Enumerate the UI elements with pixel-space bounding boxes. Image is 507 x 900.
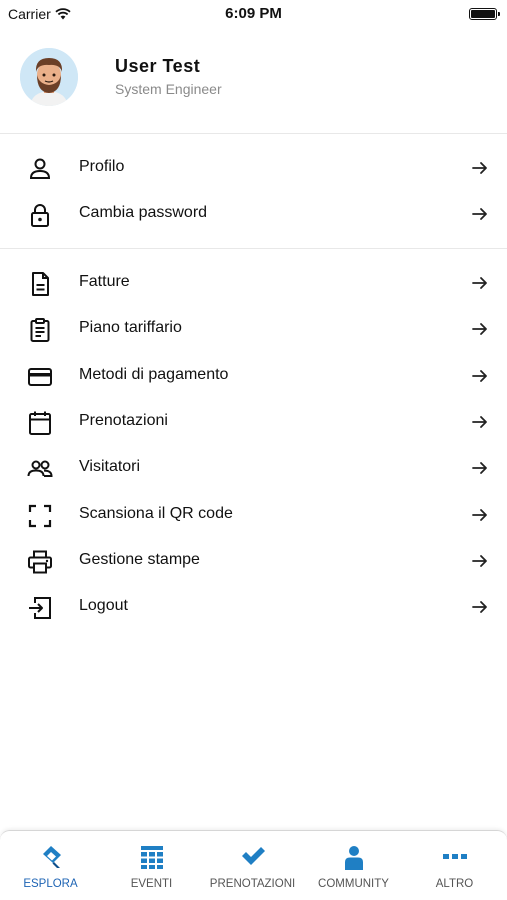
explore-icon (42, 846, 61, 868)
arrow-right-icon (472, 416, 487, 428)
arrow-right-icon (472, 277, 487, 289)
user-icon (29, 158, 51, 179)
menu-item-label: Visitatori (79, 458, 141, 475)
menu-item-label: Fatture (79, 273, 130, 290)
person-icon (344, 846, 363, 870)
events-grid-icon (140, 846, 163, 869)
more-icon (442, 854, 467, 859)
menu-item-piano-tariffario[interactable]: Piano tariffario (0, 306, 507, 352)
menu-item-gestione-stampe[interactable]: Gestione stampe (0, 538, 507, 584)
tab-esplora[interactable]: ESPLORA (0, 831, 101, 900)
menu-item-label: Logout (79, 597, 128, 614)
tab-label: ALTRO (435, 878, 474, 890)
status-bar: Carrier 6:09 PM (0, 0, 507, 28)
printer-icon (28, 550, 52, 574)
arrow-right-icon (472, 555, 487, 567)
menu-item-logout[interactable]: Logout (0, 584, 507, 630)
tab-label: COMMUNITY (318, 878, 389, 890)
menu-item-fatture[interactable]: Fatture (0, 260, 507, 306)
arrow-right-icon (472, 162, 487, 174)
tab-community[interactable]: COMMUNITY (303, 831, 404, 900)
menu-item-visitatori[interactable]: Visitatori (0, 445, 507, 491)
status-time: 6:09 PM (225, 5, 282, 22)
people-icon (27, 460, 53, 477)
user-role: System Engineer (115, 81, 222, 97)
tab-label: ESPLORA (23, 878, 78, 890)
logout-icon (29, 597, 51, 619)
tab-prenotazioni[interactable]: PRENOTAZIONI (202, 831, 303, 900)
menu-item-label: Metodi di pagamento (79, 366, 229, 383)
scan-icon (28, 504, 52, 528)
battery-icon (469, 8, 500, 20)
menu-item-scansiona-qr[interactable]: Scansiona il QR code (0, 492, 507, 538)
menu-item-label: Scansiona il QR code (79, 505, 233, 522)
calendar-icon (29, 411, 51, 435)
menu-item-label: Gestione stampe (79, 551, 200, 568)
tab-bar: ESPLORA EVENTI PRENOTAZIONI COMMUNITY AL… (0, 830, 507, 900)
arrow-right-icon (472, 323, 487, 335)
menu-item-profilo[interactable]: Profilo (0, 145, 507, 191)
clipboard-icon (30, 318, 50, 342)
profile-header[interactable]: User Test System Engineer (0, 44, 507, 132)
menu-item-label: Cambia password (79, 204, 208, 221)
avatar (20, 48, 78, 106)
tab-label: EVENTI (130, 878, 173, 890)
menu-item-label: Prenotazioni (79, 412, 168, 429)
tab-altro[interactable]: ALTRO (404, 831, 505, 900)
menu-item-prenotazioni[interactable]: Prenotazioni (0, 399, 507, 445)
credit-card-icon (28, 368, 52, 386)
user-name: User Test (115, 56, 201, 76)
lock-icon (31, 204, 49, 227)
document-icon (32, 272, 49, 296)
avatar-illustration-icon (20, 48, 78, 106)
menu-item-label: Profilo (79, 158, 125, 175)
arrow-right-icon (472, 462, 487, 474)
menu-item-metodi-pagamento[interactable]: Metodi di pagamento (0, 353, 507, 399)
arrow-right-icon (472, 208, 487, 220)
menu-item-label: Piano tariffario (79, 319, 182, 336)
arrow-right-icon (472, 601, 487, 613)
divider (0, 133, 507, 134)
tab-eventi[interactable]: EVENTI (101, 831, 202, 900)
tab-label: PRENOTAZIONI (209, 878, 296, 890)
arrow-right-icon (472, 370, 487, 382)
checkmark-icon (241, 847, 265, 865)
arrow-right-icon (472, 509, 487, 521)
divider (0, 248, 507, 249)
menu-item-cambia-password[interactable]: Cambia password (0, 191, 507, 237)
